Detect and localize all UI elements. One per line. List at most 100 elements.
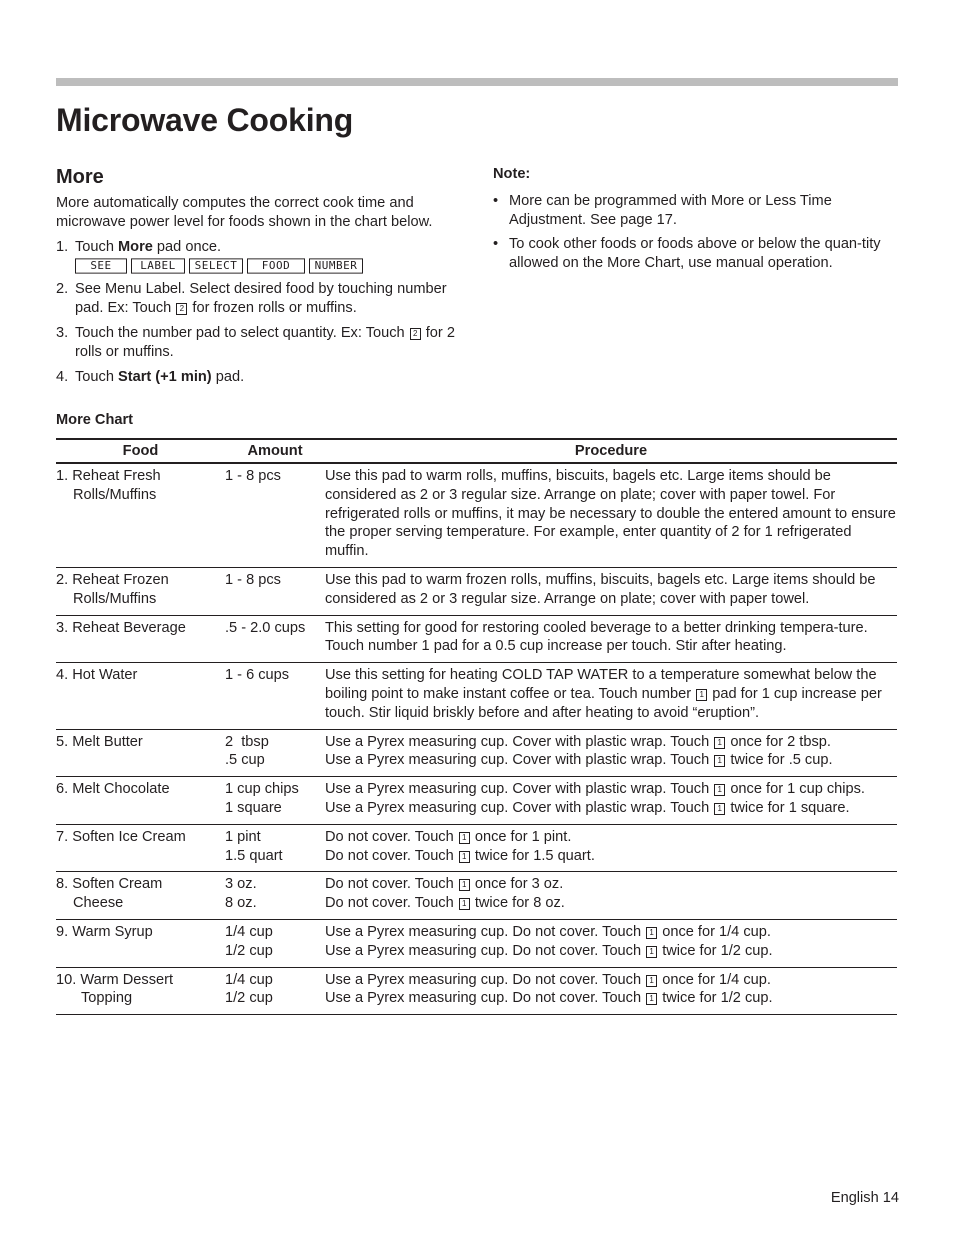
procedure-line: Use a Pyrex measuring cup. Cover with pl…: [325, 799, 897, 818]
amount-value: 1/4 cup: [225, 923, 273, 940]
procedure-text: Use this pad to warm frozen rolls, muffi…: [325, 571, 876, 607]
display-word: NUMBER: [309, 258, 363, 274]
table-row: 7. Soften Ice Cream 1 pint 1.5 quart Do not…: [56, 824, 897, 873]
amount-value: 1/2 cup: [225, 942, 273, 959]
number-key-icon: 1: [458, 898, 470, 911]
procedure-text-part: Use a Pyrex measuring cup. Do not cover.…: [325, 990, 646, 1007]
amount-value: 1 cup chips: [225, 781, 299, 798]
procedure-line: Use a Pyrex measuring cup. Do not cover.…: [325, 989, 897, 1008]
food-cell: 2. Reheat Frozen Rolls/Muffins: [56, 567, 225, 616]
procedure-line: Do not cover. Touch 1 once for 3 oz.: [325, 875, 897, 894]
procedure-text-part: Use a Pyrex measuring cup. Do not cover.…: [325, 971, 646, 988]
food-name: 7. Soften Ice Cream: [56, 828, 186, 845]
column-header-food: Food: [56, 438, 225, 464]
number-key-icon: 1: [646, 993, 658, 1006]
procedure-text: This setting for good for restoring cool…: [325, 619, 868, 655]
table-row: 4. Hot Water 1 - 6 cups Use this setting f…: [56, 662, 897, 730]
procedure-cell: This setting for good for restoring cool…: [325, 615, 897, 664]
more-section: More More automatically computes the cor…: [56, 165, 466, 393]
step-3: 3. Touch the number pad to select quanti…: [56, 324, 466, 362]
table-row: 3. Reheat Beverage .5 - 2.0 cups This sett…: [56, 615, 897, 664]
step-4: 4. Touch Start (+1 min) pad.: [56, 368, 466, 387]
step-number: 4.: [56, 369, 69, 385]
procedure-text-part: Do not cover. Touch: [325, 847, 458, 864]
table-row: 8. Soften Cream Cheese 3 oz. 8 oz. Do not co…: [56, 871, 897, 920]
step-number: 3.: [56, 325, 69, 341]
procedure-line: Use a Pyrex measuring cup. Do not cover.…: [325, 923, 897, 942]
display-readout: SEE LABEL SELECT FOOD NUMBER: [75, 258, 466, 274]
table-row: 6. Melt Chocolate 1 cup chips 1 square Use …: [56, 776, 897, 825]
procedure-text-part: Use a Pyrex measuring cup. Cover with pl…: [325, 781, 714, 798]
procedure-text-part: twice for 1/2 cup.: [658, 942, 773, 959]
amount-value: 1 pint: [225, 828, 261, 845]
amount-value: 3 oz.: [225, 876, 257, 893]
intro-text: More automatically computes the correct …: [56, 195, 433, 230]
number-key-icon: 1: [646, 945, 658, 958]
procedure-cell: Use this setting for heating COLD TAP WA…: [325, 662, 897, 730]
food-name: Cheese: [73, 895, 124, 912]
procedure-cell: Use a Pyrex measuring cup. Do not cover.…: [325, 967, 897, 1016]
procedure-line: Use a Pyrex measuring cup. Cover with pl…: [325, 733, 897, 752]
number-key-icon: 1: [714, 802, 726, 815]
step-number: 1.: [56, 239, 69, 255]
procedure-cell: Use a Pyrex measuring cup. Do not cover.…: [325, 919, 897, 968]
procedure-text-part: once for 1 cup chips.: [726, 781, 865, 798]
procedure-text: Use this pad to warm rolls, muffins, bis…: [325, 468, 896, 560]
amount-value: 1 - 8 pcs: [225, 468, 281, 484]
amount-value: 1 - 8 pcs: [225, 571, 281, 588]
amount-value: 1 - 6 cups: [225, 667, 290, 684]
amount-cell: .5 - 2.0 cups: [225, 615, 325, 664]
display-word: SELECT: [189, 258, 243, 274]
procedure-text-part: Use a Pyrex measuring cup. Do not cover.…: [325, 942, 646, 959]
bullet-icon: •: [493, 193, 499, 209]
page-number: English 14: [830, 1190, 899, 1206]
step-2: 2. See Menu Label. Select desired food b…: [56, 280, 466, 318]
step-number: 2.: [56, 281, 69, 297]
food-name: 4. Hot Water: [56, 667, 138, 684]
food-name: 9. Warm Syrup: [56, 923, 153, 940]
page-title: Microwave Cooking: [56, 102, 354, 138]
note-title: Note:: [493, 166, 531, 182]
table-header-row: Food Amount Procedure: [56, 438, 897, 464]
step-text: pad.: [211, 369, 245, 385]
food-name: 1. Reheat Fresh: [56, 468, 161, 484]
amount-value: 1.5 quart: [225, 847, 283, 864]
procedure-text-part: Do not cover. Touch: [325, 828, 458, 845]
bullet-icon: •: [493, 236, 499, 252]
food-cell: 3. Reheat Beverage: [56, 615, 225, 664]
food-name: 5. Melt Butter: [56, 733, 143, 750]
note-text: More can be programmed with More or Less…: [509, 193, 832, 228]
number-key-icon: 2: [176, 303, 188, 315]
procedure-text-part: once for 1 pint.: [470, 828, 572, 845]
amount-value: 8 oz.: [225, 895, 257, 912]
note-item: • More can be programmed with More or Les…: [493, 192, 898, 230]
more-chart-table: Food Amount Procedure 1. Reheat Fresh Rol…: [56, 438, 897, 1016]
procedure-text: Use this setting for heating COLD TAP WA…: [325, 666, 897, 722]
number-key-icon: 1: [458, 879, 470, 892]
amount-cell: 1/4 cup 1/2 cup: [225, 967, 325, 1016]
table-row: 10. Warm Dessert Topping 1/4 cup 1/2 cup Use…: [56, 967, 897, 1016]
column-header-procedure: Procedure: [325, 438, 897, 464]
procedure-cell: Use a Pyrex measuring cup. Cover with pl…: [325, 776, 897, 825]
procedure-text-part: Use a Pyrex measuring cup. Cover with pl…: [325, 733, 714, 750]
food-name: 8. Soften Cream: [56, 876, 163, 893]
section-title: More: [56, 166, 104, 188]
procedure-cell: Use this pad to warm rolls, muffins, bis…: [325, 463, 897, 568]
number-key-icon: 1: [646, 926, 658, 939]
food-name: 10. Warm Dessert: [56, 971, 174, 988]
amount-cell: 1 - 8 pcs: [225, 567, 325, 616]
amount-cell: 1 pint 1.5 quart: [225, 824, 325, 873]
food-cell: 5. Melt Butter: [56, 729, 225, 778]
procedure-text-part: Use a Pyrex measuring cup. Cover with pl…: [325, 799, 714, 816]
procedure-text-part: twice for .5 cup.: [726, 752, 833, 769]
amount-value: .5 - 2.0 cups: [225, 619, 306, 636]
procedure-text-part: once for 2 tbsp.: [726, 733, 831, 750]
steps-list: 1. Touch More pad once. SEE LABEL SELECT…: [56, 238, 466, 387]
amount-cell: 1 cup chips 1 square: [225, 776, 325, 825]
procedure-line: Do not cover. Touch 1 once for 1 pint.: [325, 828, 897, 847]
amount-cell: 1 - 8 pcs: [225, 463, 325, 568]
food-name: Rolls/Muffins: [73, 486, 157, 503]
food-cell: 8. Soften Cream Cheese: [56, 871, 225, 920]
procedure-text-part: once for 1/4 cup.: [658, 923, 771, 940]
display-word: LABEL: [131, 258, 185, 274]
